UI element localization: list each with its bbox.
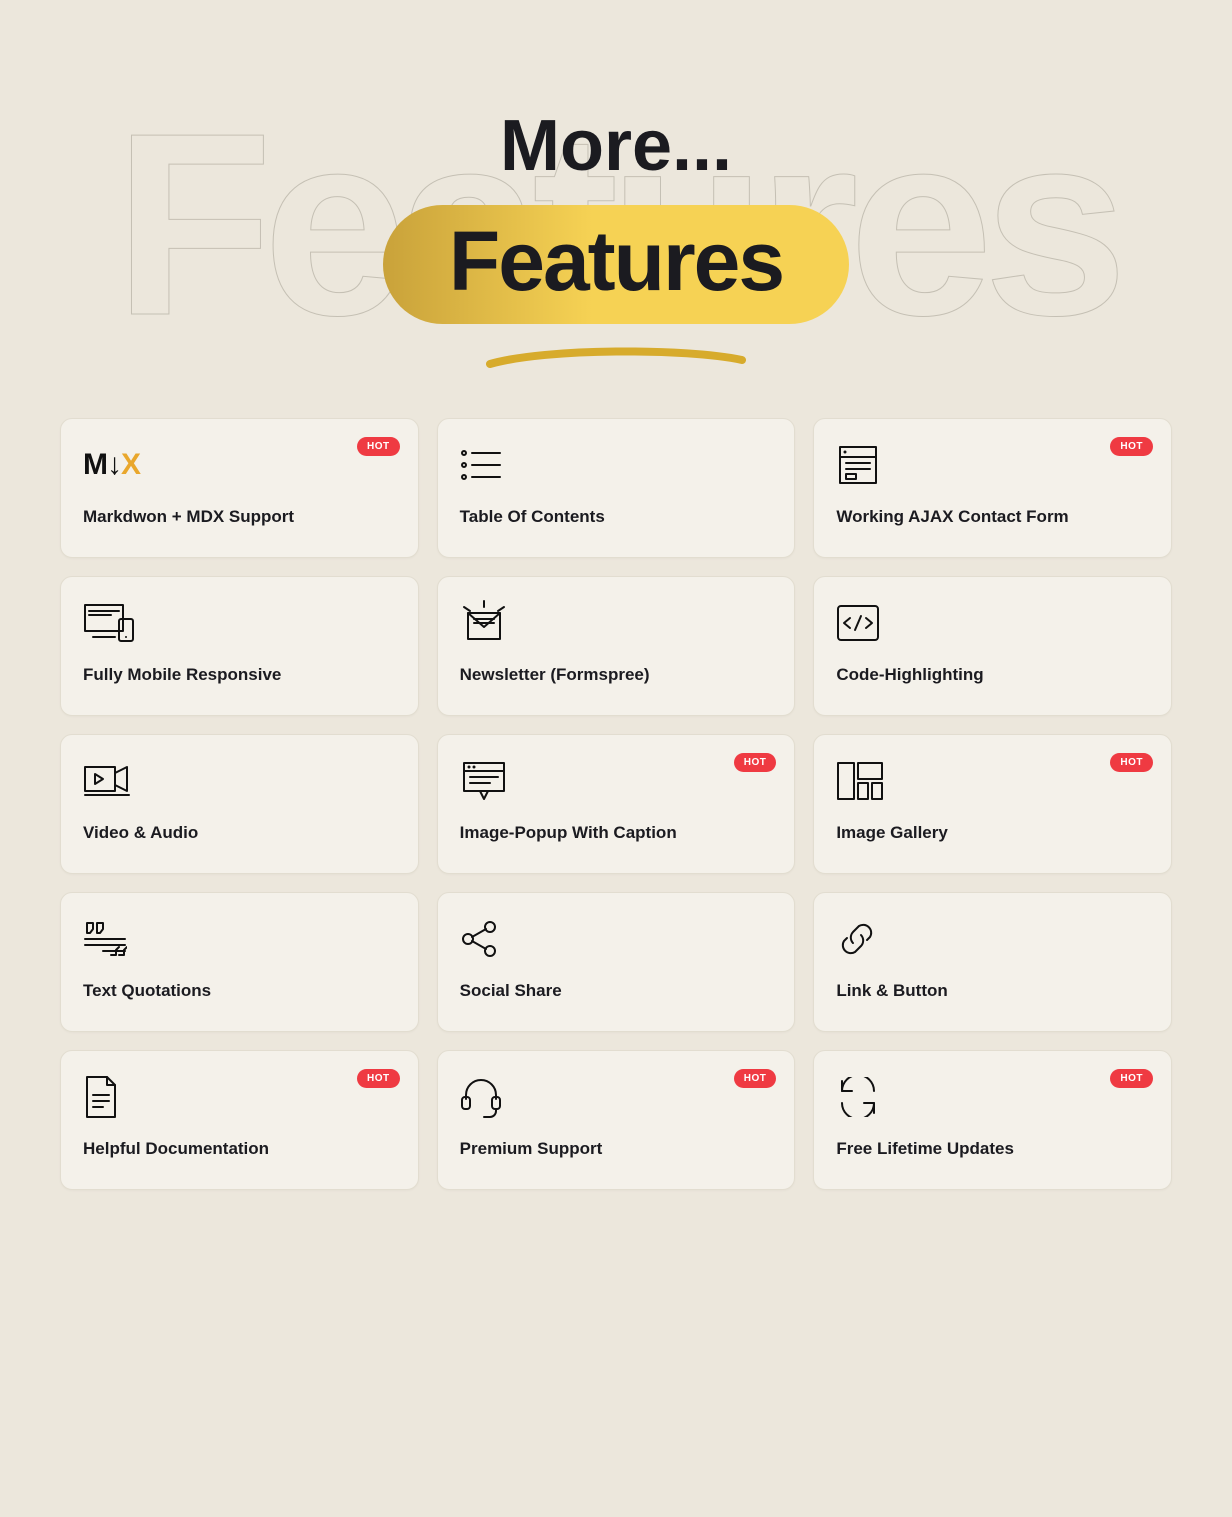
feature-card[interactable]: Free Lifetime Updates HOT: [813, 1050, 1172, 1190]
quote-icon-wrap: [83, 915, 396, 963]
support-icon-wrap: [460, 1073, 773, 1121]
gallery-icon-wrap: [836, 757, 1149, 805]
hot-badge: HOT: [357, 1069, 400, 1088]
feature-title: Premium Support: [460, 1139, 773, 1159]
hot-badge: HOT: [1110, 753, 1153, 772]
video-icon: [83, 761, 131, 801]
feature-card[interactable]: Helpful Documentation HOT: [60, 1050, 419, 1190]
feature-title: Link & Button: [836, 981, 1149, 1001]
feature-card[interactable]: Newsletter (Formspree): [437, 576, 796, 716]
hero-pill-text: Features: [449, 214, 783, 308]
feature-title: Helpful Documentation: [83, 1139, 396, 1159]
feature-title: Newsletter (Formspree): [460, 665, 773, 685]
hero-pill: Features: [383, 205, 849, 324]
link-icon: [836, 918, 878, 960]
devices-icon: [83, 601, 135, 645]
code-icon-wrap: [836, 599, 1149, 647]
hot-badge: HOT: [734, 1069, 777, 1088]
feature-card[interactable]: Table Of Contents: [437, 418, 796, 558]
hot-badge: HOT: [734, 753, 777, 772]
feature-card[interactable]: Video & Audio: [60, 734, 419, 874]
share-icon-wrap: [460, 915, 773, 963]
feature-title: Image-Popup With Caption: [460, 823, 773, 843]
popup-icon-wrap: [460, 757, 773, 805]
feature-title: Markdwon + MDX Support: [83, 507, 396, 527]
document-icon: [83, 1075, 119, 1119]
newsletter-icon-wrap: [460, 599, 773, 647]
feature-title: Working AJAX Contact Form: [836, 507, 1149, 527]
doc-icon-wrap: [83, 1073, 396, 1121]
swoosh-icon: [486, 346, 746, 370]
hot-badge: HOT: [1110, 437, 1153, 456]
feature-card[interactable]: Social Share: [437, 892, 796, 1032]
mdx-icon: M↓X: [83, 448, 140, 482]
feature-card[interactable]: Link & Button: [813, 892, 1172, 1032]
feature-grid: M↓X Markdwon + MDX Support HOT Table Of Con…: [0, 370, 1232, 1280]
feature-title: Social Share: [460, 981, 773, 1001]
feature-card[interactable]: Image-Popup With Caption HOT: [437, 734, 796, 874]
feature-card[interactable]: Code-Highlighting: [813, 576, 1172, 716]
feature-title: Fully Mobile Responsive: [83, 665, 396, 685]
feature-title: Image Gallery: [836, 823, 1149, 843]
link-icon-wrap: [836, 915, 1149, 963]
hero-more: More...: [0, 105, 1232, 187]
gallery-icon: [836, 761, 884, 801]
updates-icon-wrap: [836, 1073, 1149, 1121]
video-icon-wrap: [83, 757, 396, 805]
feature-card[interactable]: Premium Support HOT: [437, 1050, 796, 1190]
refresh-icon: [836, 1077, 880, 1117]
feature-title: Text Quotations: [83, 981, 396, 1001]
headset-icon: [460, 1075, 502, 1119]
feature-card[interactable]: Working AJAX Contact Form HOT: [813, 418, 1172, 558]
feature-title: Free Lifetime Updates: [836, 1139, 1149, 1159]
feature-card[interactable]: M↓X Markdwon + MDX Support HOT: [60, 418, 419, 558]
form-icon-wrap: [836, 441, 1149, 489]
feature-title: Code-Highlighting: [836, 665, 1149, 685]
feature-card[interactable]: Fully Mobile Responsive: [60, 576, 419, 716]
feature-card[interactable]: Image Gallery HOT: [813, 734, 1172, 874]
hot-badge: HOT: [1110, 1069, 1153, 1088]
newsletter-icon: [460, 599, 508, 647]
toc-icon-wrap: [460, 441, 773, 489]
form-icon: [836, 443, 880, 487]
feature-title: Video & Audio: [83, 823, 396, 843]
hero: More... Features: [0, 0, 1232, 370]
popup-icon: [460, 759, 508, 803]
hot-badge: HOT: [357, 437, 400, 456]
quote-icon: [83, 919, 127, 959]
code-icon: [836, 604, 880, 642]
mdx-icon-wrap: M↓X: [83, 441, 396, 489]
list-icon: [460, 447, 504, 483]
feature-title: Table Of Contents: [460, 507, 773, 527]
feature-card[interactable]: Text Quotations: [60, 892, 419, 1032]
share-icon: [460, 919, 500, 959]
responsive-icon-wrap: [83, 599, 396, 647]
